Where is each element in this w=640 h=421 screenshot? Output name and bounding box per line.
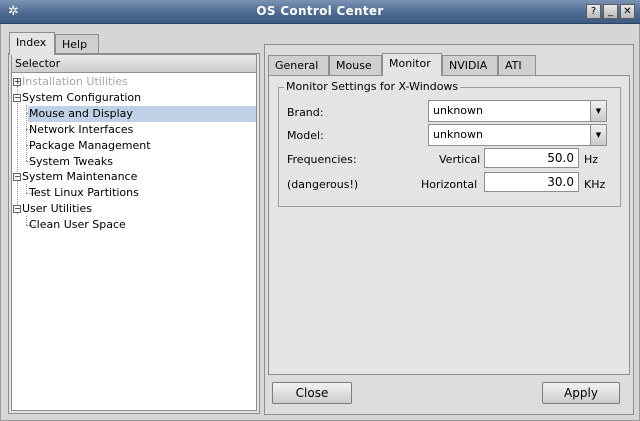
brand-value: unknown (433, 104, 483, 117)
tree-header[interactable]: Selector (12, 55, 256, 73)
group-title: Monitor Settings for X-Windows (284, 80, 461, 93)
minimize-icon[interactable]: _ (603, 4, 618, 19)
collapse-icon[interactable]: − (13, 173, 21, 181)
horizontal-unit: KHz (584, 178, 606, 191)
tab-nvidia[interactable]: NVIDIA (442, 55, 498, 76)
tree-item-system-maintenance[interactable]: − System Maintenance (12, 169, 256, 185)
window-title: OS Control Center (256, 4, 384, 18)
model-label: Model: (287, 129, 324, 142)
brand-label: Brand: (287, 106, 324, 119)
tree-item-installation-utilities[interactable]: + Installation Utilities (12, 74, 256, 90)
tab-ati[interactable]: ATI (498, 55, 536, 76)
chevron-down-icon[interactable]: ▼ (590, 101, 606, 121)
tab-mouse[interactable]: Mouse (329, 55, 382, 76)
tab-monitor[interactable]: Monitor (382, 53, 442, 76)
model-combo[interactable]: unknown ▼ (428, 124, 607, 146)
collapse-icon[interactable]: − (13, 94, 21, 102)
tree-item-system-configuration[interactable]: − System Configuration (12, 90, 256, 106)
tree-item-package-management[interactable]: Package Management (29, 138, 151, 154)
dangerous-label: (dangerous!) (287, 178, 359, 191)
help-icon[interactable]: ? (586, 4, 601, 19)
close-icon[interactable]: ✕ (620, 4, 635, 19)
tree-item-mouse-and-display[interactable]: Mouse and Display (28, 106, 256, 122)
brand-combo[interactable]: unknown ▼ (428, 100, 607, 122)
tab-general[interactable]: General (268, 55, 329, 76)
tree-item-user-utilities[interactable]: − User Utilities (12, 201, 256, 217)
tree-item-network-interfaces[interactable]: Network Interfaces (29, 122, 133, 138)
model-value: unknown (433, 128, 483, 141)
tab-help[interactable]: Help (55, 34, 99, 55)
selector-tree[interactable]: Selector + Installation Utilities − Syst… (11, 54, 257, 411)
tree-item-test-linux-partitions[interactable]: Test Linux Partitions (29, 185, 139, 201)
title-bar[interactable]: ✲ OS Control Center ? _ ✕ (0, 0, 640, 24)
expand-icon[interactable]: + (13, 78, 21, 86)
frequencies-label: Frequencies: (287, 153, 357, 166)
tree-item-clean-user-space[interactable]: Clean User Space (29, 217, 126, 233)
apply-button[interactable]: Apply (542, 382, 620, 404)
close-button[interactable]: Close (272, 382, 352, 404)
chevron-down-icon[interactable]: ▼ (590, 125, 606, 145)
tree-item-system-tweaks[interactable]: System Tweaks (29, 154, 113, 170)
vertical-frequency-input[interactable]: 50.0 (484, 148, 579, 168)
horizontal-label: Horizontal (421, 178, 478, 191)
vertical-unit: Hz (584, 153, 599, 166)
horizontal-frequency-input[interactable]: 30.0 (484, 172, 579, 192)
collapse-icon[interactable]: − (13, 205, 21, 213)
tab-index[interactable]: Index (9, 32, 55, 55)
vertical-label: Vertical (439, 153, 481, 166)
